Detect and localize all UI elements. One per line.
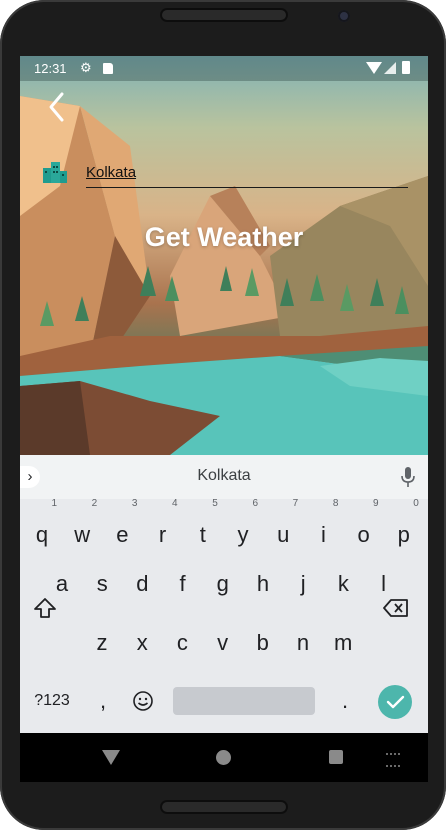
nav-recents-icon[interactable]: [329, 750, 343, 764]
key-e-hint: 3: [131, 498, 138, 509]
key-u[interactable]: u7: [264, 498, 302, 558]
shift-key[interactable]: [25, 585, 65, 631]
backspace-key[interactable]: [376, 585, 416, 631]
key-w[interactable]: w2: [63, 498, 101, 558]
key-w-hint: 2: [91, 498, 98, 509]
key-k[interactable]: k: [324, 561, 362, 607]
key-g-label: g: [216, 571, 229, 596]
soft-keyboard: › Kolkata q1w2e3r4t5y6u7i8o9p0 asdfghjkl…: [20, 455, 428, 733]
key-f[interactable]: f: [164, 561, 202, 607]
status-bar: 12:31 ⚙: [20, 56, 428, 81]
key-q-hint: 1: [51, 498, 57, 509]
comma-key[interactable]: ,: [84, 678, 122, 724]
key-e-label: e: [116, 522, 129, 547]
emoji-key[interactable]: [124, 678, 162, 724]
key-k-label: k: [337, 571, 349, 596]
key-h[interactable]: h: [244, 561, 282, 607]
front-camera: [338, 10, 350, 22]
city-input[interactable]: Kolkata: [86, 163, 408, 188]
nav-menu-icon[interactable]: [386, 753, 400, 767]
back-button[interactable]: [42, 90, 72, 124]
key-j-label: j: [300, 571, 306, 596]
shift-icon: [34, 598, 56, 618]
key-p-hint: 0: [413, 498, 419, 509]
key-q-label: q: [35, 522, 49, 547]
key-s[interactable]: s: [83, 561, 121, 607]
key-y-label: y: [237, 522, 249, 547]
key-x[interactable]: x: [123, 620, 161, 666]
key-y[interactable]: y6: [224, 498, 262, 558]
battery-icon: [402, 61, 410, 74]
chevron-left-icon: [49, 92, 64, 122]
key-w-label: w: [74, 522, 91, 547]
enter-key[interactable]: [378, 685, 412, 719]
period-key[interactable]: .: [326, 678, 364, 724]
key-r[interactable]: r4: [144, 498, 182, 558]
key-q[interactable]: q1: [23, 498, 61, 558]
signal-icon: [384, 62, 396, 74]
key-d[interactable]: d: [123, 561, 161, 607]
key-u-hint: 7: [292, 498, 299, 509]
key-d-label: d: [136, 571, 149, 596]
check-icon: [386, 695, 405, 709]
space-key[interactable]: [173, 687, 315, 715]
key-p[interactable]: p0: [385, 498, 423, 558]
microphone-icon[interactable]: [400, 466, 416, 488]
key-r-hint: 4: [172, 498, 178, 509]
key-e[interactable]: e3: [103, 498, 141, 558]
key-o-hint: 9: [373, 498, 379, 509]
key-t-label: t: [199, 522, 206, 547]
key-y-hint: 6: [252, 498, 258, 509]
key-z[interactable]: z: [83, 620, 121, 666]
key-s-label: s: [96, 571, 108, 596]
key-n[interactable]: n: [284, 620, 322, 666]
key-z-label: z: [96, 630, 108, 655]
emoji-icon: [133, 691, 153, 711]
nav-back-icon[interactable]: [102, 750, 120, 765]
key-u-label: u: [277, 522, 290, 547]
key-p-label: p: [397, 522, 410, 547]
get-weather-title[interactable]: Get Weather: [20, 222, 428, 253]
key-f-label: f: [179, 571, 186, 596]
key-c-label: c: [176, 630, 188, 655]
key-m[interactable]: m: [324, 620, 362, 666]
key-x-label: x: [136, 630, 148, 655]
key-b-label: b: [256, 630, 269, 655]
suggestion-word[interactable]: Kolkata: [20, 467, 428, 485]
key-i[interactable]: i8: [304, 498, 342, 558]
key-h-label: h: [256, 571, 270, 596]
key-i-label: i: [320, 522, 326, 547]
key-i-hint: 8: [332, 498, 339, 509]
symbols-key[interactable]: ?123: [26, 678, 78, 724]
phone-screen: 12:31 ⚙ Kolkata Get Weather › Kolkata q …: [20, 56, 428, 782]
key-v-label: v: [217, 630, 229, 655]
key-v[interactable]: v: [204, 620, 242, 666]
key-j[interactable]: j: [284, 561, 322, 607]
key-r-label: r: [158, 522, 167, 547]
gear-icon: ⚙: [80, 60, 92, 75]
nav-home-icon[interactable]: [216, 750, 231, 765]
low-poly-landscape: [20, 96, 428, 455]
key-t[interactable]: t5: [184, 498, 222, 558]
bottom-speaker: [160, 800, 288, 814]
key-n-label: n: [296, 630, 310, 655]
key-t-hint: 5: [212, 498, 218, 509]
navigation-bar: [20, 733, 428, 782]
suggestion-strip: › Kolkata: [20, 455, 428, 499]
key-b[interactable]: b: [244, 620, 282, 666]
key-o-label: o: [357, 522, 370, 547]
status-time: 12:31: [34, 61, 67, 76]
key-g[interactable]: g: [204, 561, 242, 607]
city-buildings-icon: [42, 160, 68, 184]
key-c[interactable]: c: [163, 620, 201, 666]
key-o[interactable]: o9: [345, 498, 383, 558]
backspace-icon: [383, 599, 408, 617]
key-m-label: m: [334, 630, 353, 655]
landscape-background: [20, 56, 428, 455]
phone-frame: 12:31 ⚙ Kolkata Get Weather › Kolkata q …: [0, 0, 446, 830]
sd-card-icon: [103, 63, 113, 74]
wifi-icon: [366, 62, 382, 74]
top-speaker: [160, 8, 288, 22]
